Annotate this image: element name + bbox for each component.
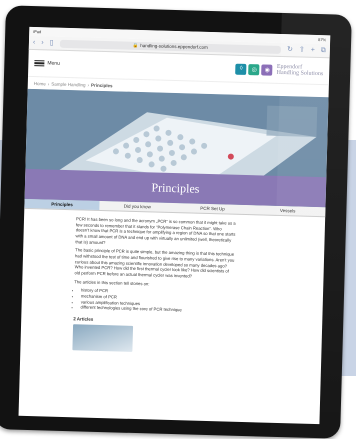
breadcrumb-current: Principles	[91, 82, 113, 88]
battery-label: 87%	[318, 36, 327, 43]
carrier-label: iPad	[33, 29, 42, 35]
url-text: handling-solutions.eppendorf.com	[140, 43, 208, 50]
circle-icon[interactable]: ◎	[248, 63, 260, 75]
hero-banner: Principles	[24, 88, 329, 208]
share-icon[interactable]: ⇧	[299, 46, 305, 53]
breadcrumb-separator: ›	[47, 80, 50, 86]
page-title: Principles	[151, 179, 200, 196]
menu-button[interactable]: Menu	[34, 59, 60, 68]
back-icon[interactable]: ‹	[33, 39, 36, 46]
paragraph-2: The basic principle of PCR is quite simp…	[74, 247, 235, 279]
reload-icon[interactable]: ↻	[287, 46, 293, 53]
tablet-device: iPad 87% ‹ › ▯ 🔒 handling-solutions.eppe…	[0, 5, 352, 439]
article-content: PCR! It has been so long and the acronym…	[20, 209, 236, 355]
article-thumbnail[interactable]	[72, 324, 134, 353]
logo-line-2: Handling Solutions	[276, 69, 324, 78]
new-tab-icon[interactable]: +	[311, 47, 315, 54]
ring-icon[interactable]: ◉	[261, 63, 273, 76]
hamburger-icon	[34, 59, 45, 67]
breadcrumb-separator: ›	[87, 82, 90, 88]
tablet-screen: iPad 87% ‹ › ▯ 🔒 handling-solutions.eppe…	[18, 26, 331, 425]
app-icons: ◊ ◎ ◉	[235, 63, 273, 76]
droplet-icon[interactable]: ◊	[235, 63, 247, 75]
breadcrumb-home[interactable]: Home	[34, 81, 46, 86]
forward-icon[interactable]: ›	[41, 39, 44, 46]
menu-label: Menu	[47, 60, 60, 67]
lock-icon: 🔒	[132, 42, 139, 48]
paragraph-1: PCR! It has been so long and the acronym…	[75, 216, 236, 245]
topics-list: history of PCR mechanism of PCR various …	[80, 288, 234, 315]
brand-logo[interactable]: Eppendorf Handling Solutions	[277, 64, 324, 78]
bookmarks-icon[interactable]: ▯	[50, 39, 54, 46]
breadcrumb-sample-handling[interactable]: Sample Handling	[51, 81, 85, 87]
tabs-icon[interactable]: ⧉	[321, 47, 326, 54]
